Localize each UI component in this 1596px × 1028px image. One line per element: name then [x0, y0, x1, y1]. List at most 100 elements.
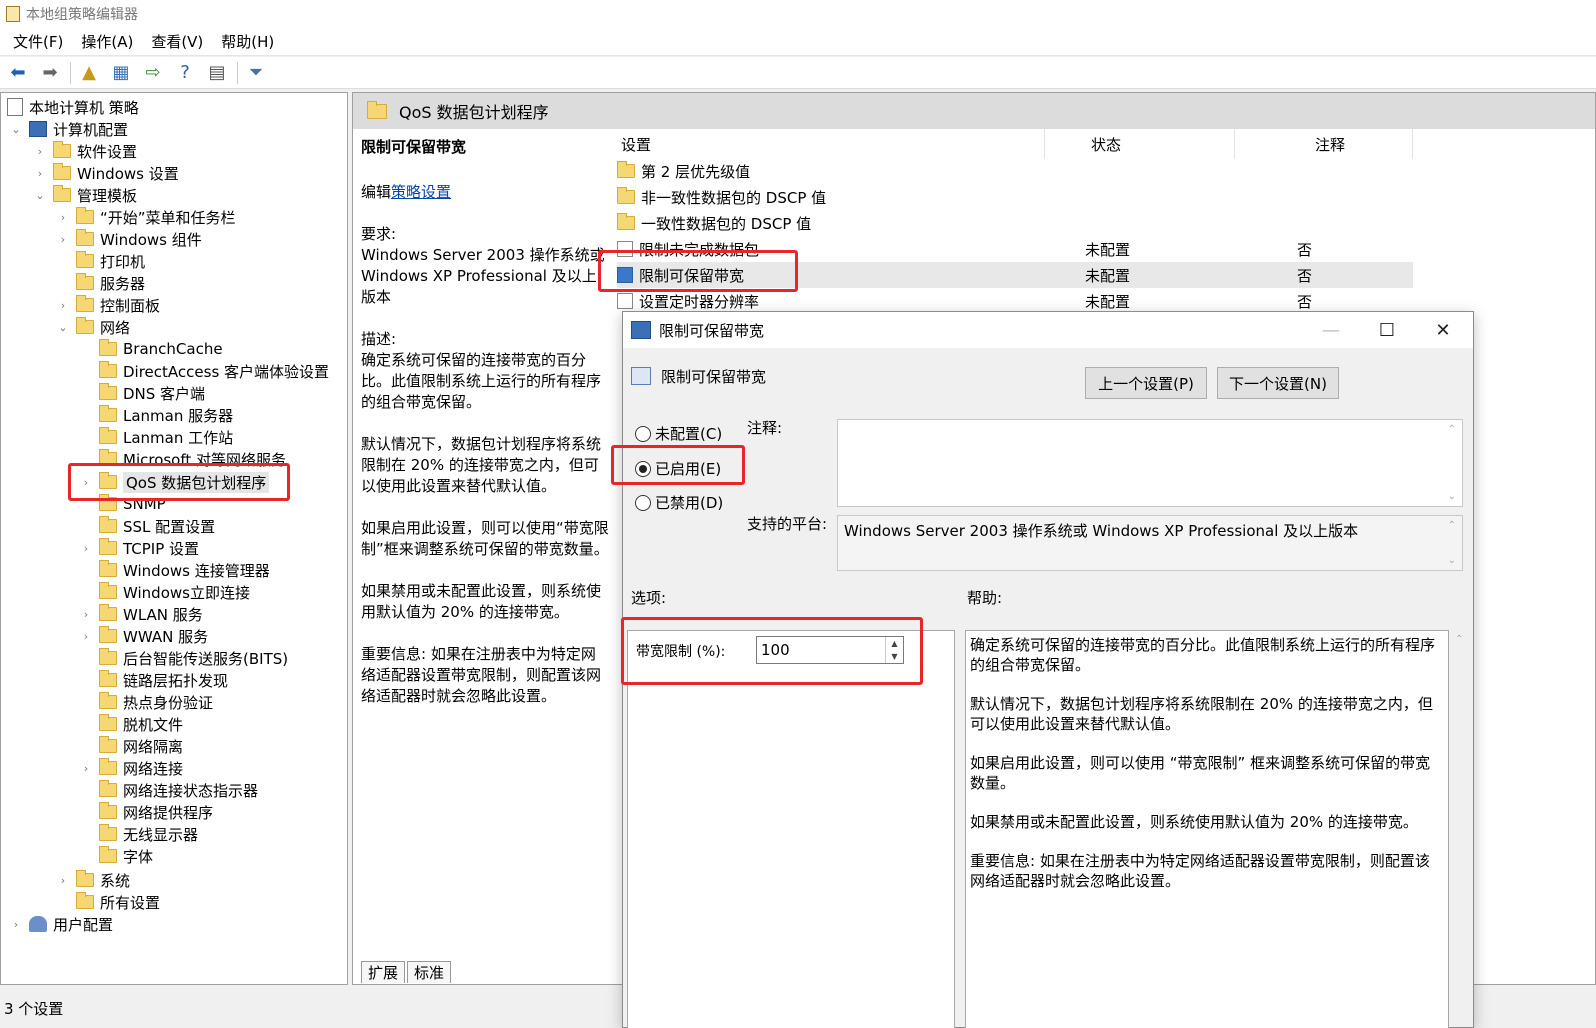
tree-node-network-child[interactable]: SNMP: [79, 493, 166, 515]
tree-node-admin-templates[interactable]: ⌄ 管理模板: [33, 184, 137, 206]
tab-standard[interactable]: 标准: [407, 961, 452, 983]
tree-node-network-child[interactable]: › TCPIP 设置: [79, 537, 199, 559]
show-hide-tree-icon[interactable]: ▦: [109, 61, 133, 85]
tree-node-network-child[interactable]: 网络隔离: [79, 735, 183, 757]
menu-file[interactable]: 文件(F): [4, 31, 72, 52]
tree-node-network-child[interactable]: 无线显示器: [79, 823, 198, 845]
back-icon[interactable]: ⬅: [6, 61, 30, 85]
chevron-right-icon[interactable]: ›: [56, 233, 70, 246]
tree-node-network-child[interactable]: BranchCache: [79, 338, 223, 360]
tab-extended[interactable]: 扩展: [361, 961, 406, 983]
scroll-down-icon[interactable]: ⌄: [1448, 491, 1456, 502]
next-setting-button[interactable]: 下一个设置(N): [1217, 367, 1339, 399]
tree-node-network-child[interactable]: › WLAN 服务: [79, 603, 203, 625]
scroll-down-icon[interactable]: ⌄: [1448, 555, 1456, 566]
tree-node-qos-packet-scheduler[interactable]: › QoS 数据包计划程序: [79, 471, 270, 493]
tree-node-start-menu[interactable]: › “开始”菜单和任务栏: [56, 206, 236, 228]
radio-not-configured[interactable]: 未配置(C): [635, 423, 722, 444]
up-folder-icon[interactable]: ▲: [77, 61, 101, 85]
settings-list-row[interactable]: 限制未完成数据包 未配置 否: [617, 236, 1413, 262]
tree-node-control-panel[interactable]: › 控制面板: [56, 294, 160, 316]
tree-node-network-child[interactable]: Lanman 服务器: [79, 404, 233, 426]
tree-node-network-child[interactable]: 字体: [79, 845, 153, 867]
menu-action[interactable]: 操作(A): [72, 31, 142, 52]
radio-circle[interactable]: [635, 425, 651, 442]
bandwidth-limit-stepper[interactable]: 100 ▲ ▼: [756, 636, 904, 664]
scroll-up-icon[interactable]: ⌃: [1448, 520, 1456, 531]
column-comment[interactable]: 注释: [1235, 129, 1413, 159]
tree-node-system[interactable]: › 系统: [56, 869, 130, 891]
settings-list-row[interactable]: 非一致性数据包的 DSCP 值: [617, 184, 1413, 210]
folder-icon: [76, 251, 94, 268]
column-setting[interactable]: 设置: [611, 129, 1045, 159]
help-icon[interactable]: ?: [173, 61, 197, 85]
chevron-right-icon[interactable]: ›: [56, 874, 70, 887]
edit-policy-link[interactable]: 策略设置: [391, 183, 451, 201]
properties-icon[interactable]: ▤: [205, 61, 229, 85]
menu-view[interactable]: 查看(V): [142, 31, 212, 52]
chevron-right-icon[interactable]: ›: [79, 476, 93, 489]
scroll-up-icon[interactable]: ⌃: [1448, 424, 1456, 435]
chevron-right-icon[interactable]: ›: [33, 167, 47, 180]
settings-list-row[interactable]: 一致性数据包的 DSCP 值: [617, 210, 1413, 236]
settings-list-row[interactable]: 第 2 层优先级值: [617, 158, 1413, 184]
tree-node-network-child[interactable]: › 网络连接: [79, 757, 183, 779]
tree-node-user-config[interactable]: › 用户配置: [9, 913, 113, 935]
filter-icon[interactable]: ⏷: [244, 61, 268, 85]
chevron-right-icon[interactable]: ›: [33, 145, 47, 158]
chevron-right-icon[interactable]: ›: [79, 762, 93, 775]
stepper-down-icon[interactable]: ▼: [886, 650, 903, 663]
chevron-right-icon[interactable]: ›: [79, 630, 93, 643]
radio-enabled[interactable]: 已启用(E): [635, 458, 721, 479]
tree-node-servers[interactable]: 服务器: [56, 272, 145, 294]
console-tree[interactable]: 本地计算机 策略 ⌄ 计算机配置 › 软件设置 › Windows 设置 ⌄ 管…: [0, 92, 348, 985]
tree-node-network-child[interactable]: SSL 配置设置: [79, 515, 215, 537]
bandwidth-limit-value[interactable]: 100: [761, 641, 790, 659]
chevron-right-icon[interactable]: ›: [56, 211, 70, 224]
policy-setting-icon: [617, 241, 633, 257]
tree-node-network-child[interactable]: › WWAN 服务: [79, 625, 208, 647]
chevron-right-icon[interactable]: ›: [56, 299, 70, 312]
chevron-right-icon[interactable]: ›: [79, 542, 93, 555]
maximize-icon[interactable]: ☐: [1359, 312, 1415, 348]
chevron-right-icon[interactable]: ›: [9, 918, 23, 931]
radio-circle[interactable]: [635, 494, 651, 511]
column-state[interactable]: 状态: [1045, 129, 1235, 159]
tree-node-computer-config[interactable]: ⌄ 计算机配置: [9, 118, 128, 140]
settings-list-row-selected[interactable]: 限制可保留带宽 未配置 否: [617, 262, 1413, 288]
previous-setting-button[interactable]: 上一个设置(P): [1085, 367, 1207, 399]
tree-node-network-child[interactable]: 热点身份验证: [79, 691, 213, 713]
close-icon[interactable]: ✕: [1415, 312, 1471, 348]
radio-disabled[interactable]: 已禁用(D): [635, 492, 723, 513]
radio-circle-selected[interactable]: [635, 460, 651, 477]
tree-node-network-child[interactable]: Microsoft 对等网络服务: [79, 448, 286, 470]
chevron-down-icon[interactable]: ⌄: [33, 189, 47, 202]
chevron-down-icon[interactable]: ⌄: [9, 123, 23, 136]
tree-node-root[interactable]: 本地计算机 策略: [7, 96, 139, 118]
tree-node-windows-settings[interactable]: › Windows 设置: [33, 162, 179, 184]
chevron-down-icon[interactable]: ⌄: [56, 321, 70, 334]
chevron-right-icon[interactable]: ›: [79, 608, 93, 621]
tree-node-software-settings[interactable]: › 软件设置: [33, 140, 137, 162]
tree-node-printers[interactable]: 打印机: [56, 250, 145, 272]
comment-textarea[interactable]: ⌃ ⌄: [837, 419, 1463, 507]
tree-node-windows-components[interactable]: › Windows 组件: [56, 228, 202, 250]
stepper-up-icon[interactable]: ▲: [886, 637, 903, 650]
tree-node-network-child[interactable]: 网络提供程序: [79, 801, 213, 823]
tree-node-network-child[interactable]: Lanman 工作站: [79, 426, 233, 448]
tree-node-network[interactable]: ⌄ 网络: [56, 316, 130, 338]
tree-node-network-child[interactable]: Windows 连接管理器: [79, 559, 270, 581]
export-list-icon[interactable]: ⇨: [141, 61, 165, 85]
tree-node-network-child[interactable]: 后台智能传送服务(BITS): [79, 647, 288, 669]
tree-node-network-child[interactable]: 脱机文件: [79, 713, 183, 735]
minimize-icon[interactable]: —: [1303, 312, 1359, 348]
tree-node-network-child[interactable]: 网络连接状态指示器: [79, 779, 258, 801]
tree-node-all-settings[interactable]: 所有设置: [56, 891, 160, 913]
tree-node-network-child[interactable]: DirectAccess 客户端体验设置: [79, 360, 329, 382]
tree-node-network-child[interactable]: 链路层拓扑发现: [79, 669, 228, 691]
tree-node-network-child[interactable]: DNS 客户端: [79, 382, 205, 404]
help-scroll-up-icon[interactable]: ⌃: [1455, 634, 1463, 645]
forward-icon[interactable]: ➡: [38, 61, 62, 85]
menu-help[interactable]: 帮助(H): [212, 31, 283, 52]
tree-node-network-child[interactable]: Windows立即连接: [79, 581, 250, 603]
